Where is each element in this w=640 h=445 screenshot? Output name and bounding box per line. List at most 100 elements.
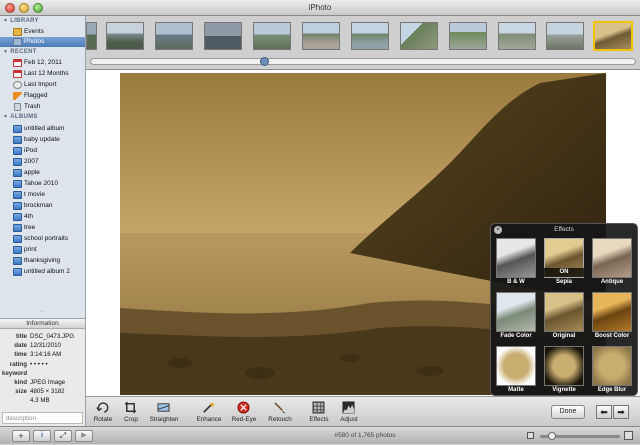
sidebar-item-album[interactable]: iPod <box>0 146 85 156</box>
straighten-button[interactable]: Straighten <box>146 397 182 427</box>
album-icon <box>13 147 22 155</box>
effect-vignette[interactable]: Vignette <box>544 346 584 396</box>
sidebar-item-album[interactable]: untitled album <box>0 124 85 134</box>
next-photo-button[interactable]: ➡ <box>613 405 629 419</box>
filmstrip-thumbnail[interactable] <box>449 22 487 50</box>
sidebar-item-label: apple <box>24 169 40 176</box>
effect-edge-blur[interactable]: Edge Blur <box>592 346 632 396</box>
sidebar-item-trash[interactable]: Trash <box>0 102 85 112</box>
crop-button[interactable]: Crop <box>118 397 144 427</box>
rating-dots[interactable]: • • • • • <box>30 360 48 369</box>
filmstrip-thumbnail[interactable] <box>351 22 389 50</box>
album-icon <box>13 246 22 254</box>
description-field[interactable]: description <box>2 412 83 424</box>
sidebar-item-album[interactable]: school portraits <box>0 234 85 244</box>
album-icon <box>13 257 22 265</box>
effect-label: Vignette <box>552 387 576 393</box>
filmstrip-thumbnail[interactable] <box>302 22 340 50</box>
sidebar-item-feb-12[interactable]: Feb 12, 2011 <box>0 58 85 68</box>
filmstrip-scrollbar[interactable] <box>90 58 636 65</box>
sidebar-item-last-12-months[interactable]: Last 12 Months <box>0 69 85 79</box>
sidebar-item-album[interactable]: 4th <box>0 212 85 222</box>
adjust-button[interactable]: Adjust <box>334 397 364 427</box>
effects-button[interactable]: Effects <box>304 397 334 427</box>
previous-photo-button[interactable]: ⬅ <box>596 405 612 419</box>
album-icon <box>13 158 22 166</box>
red-eye-button[interactable]: Red-Eye <box>229 397 259 427</box>
info-row-kind: kind JPEG Image <box>0 378 85 387</box>
filmstrip-thumbnail[interactable] <box>155 22 193 50</box>
effect-fade-color[interactable]: Fade Color <box>496 292 536 342</box>
window-title: iPhoto <box>308 3 332 12</box>
sidebar-item-flagged[interactable]: Flagged <box>0 91 85 101</box>
filmstrip-thumbnail[interactable] <box>546 22 584 50</box>
add-button[interactable]: + <box>12 430 30 442</box>
effects-title: Effects <box>554 226 574 233</box>
tool-label: Retouch <box>268 416 292 423</box>
zoom-window-button[interactable] <box>33 3 43 13</box>
filmstrip-thumbnail[interactable] <box>498 22 536 50</box>
rotate-button[interactable]: Rotate <box>88 397 118 427</box>
sidebar-item-label: Photos <box>24 38 45 45</box>
effect-sepia[interactable]: ON Sepia <box>544 238 584 288</box>
filmstrip-thumbnail[interactable] <box>400 22 438 50</box>
sidebar-item-album[interactable]: t movie <box>0 190 85 200</box>
info-title-value[interactable]: DSC_0473.JPG <box>30 332 74 341</box>
sidebar-item-album[interactable]: brockman <box>0 201 85 211</box>
enhance-button[interactable]: Enhance <box>192 397 226 427</box>
recent-heading[interactable]: ▼ RECENT <box>3 49 37 55</box>
effect-label: Edge Blur <box>597 387 627 393</box>
bottom-status-bar: + i ⤢ ▶ #580 of 1,765 photos <box>0 426 640 444</box>
filmstrip-scroll-knob[interactable] <box>260 57 269 66</box>
album-icon <box>13 169 22 177</box>
effect-thumbnail <box>592 292 632 332</box>
minimize-window-button[interactable] <box>19 3 29 13</box>
sidebar-item-album[interactable]: tree <box>0 223 85 233</box>
effect-antique[interactable]: Antique <box>592 238 632 288</box>
disclosure-triangle-icon[interactable]: ▼ <box>3 49 8 55</box>
sidebar-item-album[interactable]: baby update <box>0 135 85 145</box>
filmstrip-thumbnail[interactable] <box>86 22 97 50</box>
panel-resize-handle[interactable]: ⋯ <box>40 310 46 315</box>
sidebar-item-album[interactable]: apple <box>0 168 85 178</box>
magic-wand-icon <box>203 401 215 413</box>
retouch-button[interactable]: Retouch <box>264 397 296 427</box>
sidebar-item-last-import[interactable]: Last Import <box>0 80 85 90</box>
sidebar-item-label: Events <box>24 28 44 35</box>
effect-label: Original <box>552 333 576 339</box>
filmstrip-thumbnail[interactable] <box>204 22 242 50</box>
effect-bw[interactable]: B & W <box>496 238 536 288</box>
effect-original[interactable]: Original <box>544 292 584 342</box>
done-button[interactable]: Done <box>551 405 585 419</box>
info-row-size: size 4805 × 3182 <box>0 387 85 396</box>
straighten-icon <box>157 403 170 412</box>
fullscreen-button[interactable]: ⤢ <box>54 430 72 442</box>
zoom-slider-knob[interactable] <box>548 432 556 440</box>
filmstrip-thumbnail[interactable] <box>106 22 144 50</box>
effect-thumbnail <box>496 292 536 332</box>
sidebar-item-album[interactable]: print <box>0 245 85 255</box>
sidebar-item-events[interactable]: Events <box>0 27 85 37</box>
filmstrip-thumbnail[interactable] <box>253 22 291 50</box>
info-button[interactable]: i <box>33 430 51 442</box>
info-key: title <box>15 333 27 340</box>
disclosure-triangle-icon[interactable]: ▼ <box>3 18 8 24</box>
effect-matte[interactable]: Matte <box>496 346 536 396</box>
albums-heading[interactable]: ▼ ALBUMS <box>3 114 38 120</box>
sidebar-item-album[interactable]: untitled album 2 <box>0 267 85 277</box>
sidebar-item-album[interactable]: thanksgiving <box>0 256 85 266</box>
sidebar-item-album[interactable]: Tahoe 2010 <box>0 179 85 189</box>
info-size-value: 4805 × 3182 <box>30 388 65 395</box>
close-window-button[interactable] <box>5 3 15 13</box>
effect-boost-color[interactable]: Boost Color <box>592 292 632 342</box>
info-date-value[interactable]: 12/31/2010 <box>30 341 61 350</box>
disclosure-triangle-icon[interactable]: ▼ <box>3 114 8 120</box>
sidebar-item-album[interactable]: 2007 <box>0 157 85 167</box>
library-heading[interactable]: ▼ LIBRARY <box>3 18 39 24</box>
info-row-time: time 3:14:16 AM <box>0 350 85 359</box>
filmstrip-thumbnail-selected[interactable] <box>593 21 633 51</box>
source-list-sidebar: ▼ LIBRARY Events Photos ▼ RECENT Feb 12, 2… <box>0 16 86 318</box>
sidebar-item-photos[interactable]: Photos <box>0 37 85 47</box>
info-time-value[interactable]: 3:14:16 AM <box>30 350 61 359</box>
slideshow-play-button[interactable]: ▶ <box>75 430 93 442</box>
